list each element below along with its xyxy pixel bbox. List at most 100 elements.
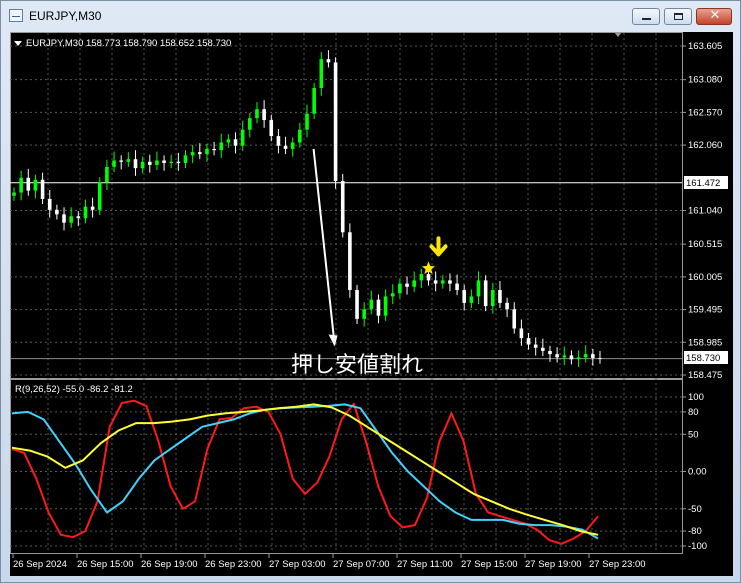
candle-body bbox=[398, 283, 402, 294]
close-icon: ✕ bbox=[709, 8, 721, 23]
candle-body bbox=[69, 216, 73, 223]
candle-body bbox=[476, 280, 481, 297]
annotation-arrow bbox=[312, 148, 336, 345]
time-axis-label: 26 Sep 15:00 bbox=[77, 559, 134, 570]
time-axis-label: 27 Sep 23:00 bbox=[589, 559, 646, 570]
candle-body bbox=[455, 283, 459, 291]
current-price-label: 158.730 bbox=[686, 353, 720, 364]
candle-body bbox=[169, 161, 174, 164]
candle-body bbox=[205, 148, 209, 155]
price-axis-label: 158.985 bbox=[688, 337, 722, 348]
time-axis-label: 26 Sep 23:00 bbox=[205, 559, 262, 570]
candle-body bbox=[119, 160, 123, 162]
plot-border bbox=[10, 32, 683, 554]
title-bar[interactable]: EURJPY,M30 ✕ bbox=[1, 1, 741, 31]
candle-body bbox=[533, 344, 538, 348]
price-axis-label: 162.570 bbox=[688, 107, 722, 118]
candle-body bbox=[491, 290, 495, 307]
price-axis-label: 160.005 bbox=[688, 272, 722, 283]
time-axis-label: 26 Sep 2024 bbox=[13, 559, 67, 570]
candle-body bbox=[190, 152, 195, 156]
candle-body bbox=[283, 145, 288, 149]
indicator-axis-label: -100 bbox=[688, 541, 707, 552]
candle-body bbox=[483, 280, 488, 307]
indicator-axis-label: 0.00 bbox=[688, 467, 707, 478]
price-axis-label: 159.495 bbox=[688, 305, 722, 316]
candle-body bbox=[133, 159, 138, 169]
candle-body bbox=[76, 216, 81, 219]
candle-body bbox=[105, 166, 109, 183]
candle-body bbox=[248, 118, 252, 130]
candle-body bbox=[440, 280, 445, 284]
candle-body bbox=[583, 354, 588, 358]
indicator-axis-label: -80 bbox=[688, 526, 702, 537]
annotation-text: 押し安値割れ bbox=[291, 352, 423, 377]
candle-body bbox=[55, 209, 59, 215]
indicator-axis-label: 50 bbox=[688, 429, 699, 440]
window-title: EURJPY,M30 bbox=[29, 9, 102, 23]
chart-window-icon bbox=[9, 9, 23, 22]
candle-body bbox=[276, 136, 281, 146]
down-arrow-icon bbox=[429, 236, 448, 257]
candle-body bbox=[126, 159, 131, 162]
chart-area[interactable]: 163.605 163.080 162.570 162.060 161.040 160.5… bbox=[10, 32, 733, 576]
candle-body bbox=[340, 180, 345, 233]
chart-header: EURJPY,M30 158.773 158.790 158.652 158.7… bbox=[26, 38, 231, 49]
indicator-axis-label: 100 bbox=[688, 392, 704, 403]
hline-price-label: 161.472 bbox=[686, 178, 720, 189]
candle-body bbox=[376, 299, 381, 316]
candle-body bbox=[462, 290, 467, 303]
candle-body bbox=[40, 179, 45, 199]
candle-body bbox=[83, 206, 88, 219]
candle-body bbox=[591, 354, 595, 359]
candle-body bbox=[448, 280, 452, 284]
candle-body bbox=[548, 350, 552, 355]
close-button[interactable]: ✕ bbox=[696, 8, 732, 25]
candle-body bbox=[512, 309, 517, 329]
chart-window: EURJPY,M30 ✕ 163.605 163.080 162.570 162.06… bbox=[0, 0, 741, 583]
candle-body bbox=[255, 109, 259, 119]
candle-body bbox=[555, 354, 559, 358]
price-axis-label: 163.605 bbox=[688, 41, 722, 52]
candle-body bbox=[305, 113, 309, 130]
candle-body bbox=[569, 355, 574, 360]
maximize-button[interactable] bbox=[664, 8, 692, 25]
candle-body bbox=[319, 59, 324, 89]
candle-body bbox=[369, 299, 374, 310]
time-axis-label: 27 Sep 19:00 bbox=[525, 559, 582, 570]
time-axis-label: 27 Sep 07:00 bbox=[333, 559, 390, 570]
candle-body bbox=[355, 290, 359, 319]
candle-body bbox=[498, 290, 502, 303]
candle-body bbox=[240, 129, 245, 146]
candle-body bbox=[383, 296, 388, 316]
candle-body bbox=[162, 160, 166, 164]
time-axis-label: 27 Sep 15:00 bbox=[461, 559, 518, 570]
candle-body bbox=[598, 358, 602, 360]
candle-body bbox=[112, 160, 116, 167]
minimize-icon bbox=[642, 18, 651, 20]
candle-body bbox=[348, 232, 352, 291]
candle-body bbox=[226, 139, 231, 143]
candle-body bbox=[62, 214, 66, 223]
candle-body bbox=[97, 182, 102, 210]
time-axis-label: 27 Sep 11:00 bbox=[397, 559, 453, 570]
time-axis-label: 26 Sep 19:00 bbox=[141, 559, 198, 570]
candle-body bbox=[140, 161, 145, 169]
minimize-button[interactable] bbox=[632, 8, 660, 25]
candle-body bbox=[576, 357, 581, 360]
candle-body bbox=[326, 59, 331, 63]
price-axis-label: 158.475 bbox=[688, 370, 722, 381]
triangle-marker-icon bbox=[14, 41, 22, 46]
candle-body bbox=[419, 273, 424, 281]
chart-canvas[interactable]: 163.605 163.080 162.570 162.060 161.040 160.5… bbox=[10, 32, 733, 576]
candle-body bbox=[312, 88, 316, 114]
candle-body bbox=[33, 179, 38, 191]
candle-body bbox=[262, 109, 266, 121]
candle-body bbox=[469, 296, 474, 303]
candle-body bbox=[269, 120, 274, 137]
candle-body bbox=[405, 283, 409, 287]
price-axis-label: 161.040 bbox=[688, 206, 722, 217]
indicator-axis-label: 80 bbox=[688, 407, 699, 418]
maximize-icon bbox=[674, 13, 683, 20]
indicator-label: R(9,26,52) -55.0 -86.2 -81.2 bbox=[15, 384, 133, 395]
